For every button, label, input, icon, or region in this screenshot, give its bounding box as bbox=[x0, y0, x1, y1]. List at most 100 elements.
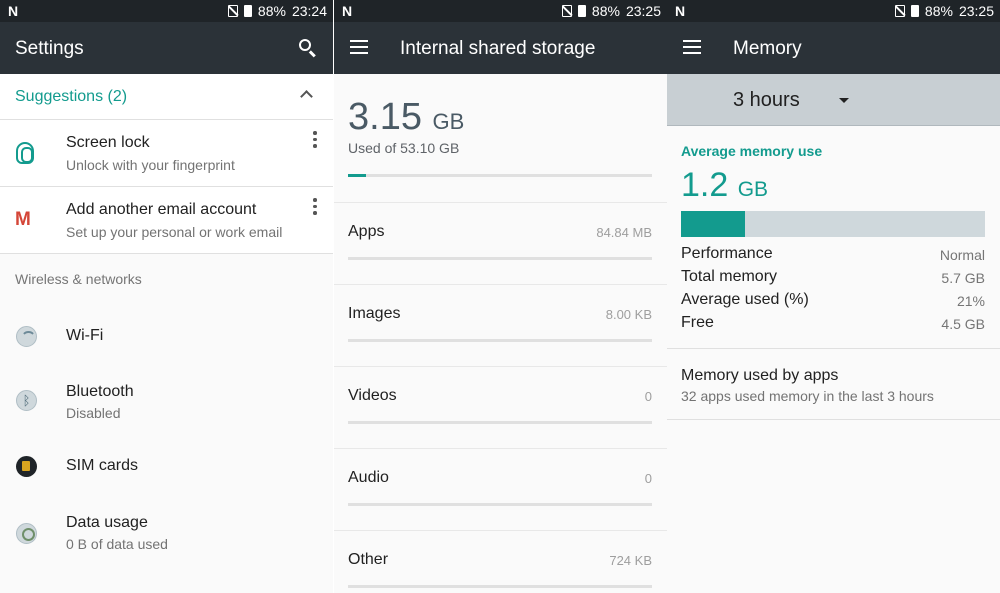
storage-item-audio[interactable]: Audio 0 bbox=[334, 448, 667, 530]
storage-item-bar bbox=[348, 503, 652, 506]
memory-stat-row: Average used (%) 21% bbox=[681, 291, 985, 313]
app-bar: Internal shared storage bbox=[334, 22, 667, 74]
storage-item-bar bbox=[348, 257, 652, 260]
carrier-indicator: N bbox=[342, 3, 353, 19]
period-value: 3 hours bbox=[733, 89, 800, 111]
sim-card-icon bbox=[16, 456, 37, 477]
memory-screen: N 88% 23:25 Memory 3 hours Average memor… bbox=[667, 0, 1000, 593]
stat-value: 5.7 GB bbox=[941, 270, 985, 286]
search-icon[interactable] bbox=[299, 39, 317, 58]
stat-label: Average used (%) bbox=[681, 291, 809, 308]
memory-stat-row: Free 4.5 GB bbox=[681, 314, 985, 336]
menu-icon[interactable] bbox=[350, 40, 368, 54]
stat-label: Performance bbox=[681, 245, 773, 262]
status-bar: N 88% 23:25 bbox=[334, 0, 667, 22]
more-options-icon[interactable] bbox=[313, 131, 317, 151]
menu-icon[interactable] bbox=[683, 40, 701, 54]
settings-item-label: Bluetooth bbox=[66, 383, 134, 400]
apps-memory-title: Memory used by apps bbox=[681, 367, 839, 384]
storage-item-label: Other bbox=[348, 551, 389, 568]
settings-item-label: Wi-Fi bbox=[66, 327, 104, 344]
memory-usage-bar bbox=[681, 211, 985, 237]
storage-item-size: 0 bbox=[644, 471, 652, 486]
battery-level: 88% bbox=[924, 3, 953, 19]
status-bar: N 88% 23:25 bbox=[667, 0, 1000, 22]
settings-item-label: SIM cards bbox=[66, 457, 139, 474]
wifi-icon bbox=[16, 326, 37, 347]
storage-item-label: Videos bbox=[348, 387, 397, 404]
storage-item-size: 8.00 KB bbox=[605, 307, 652, 322]
section-title: Wireless & networks bbox=[15, 271, 142, 287]
page-title: Settings bbox=[15, 38, 84, 59]
dropdown-arrow-icon[interactable] bbox=[839, 98, 849, 103]
suggestions-label: Suggestions (2) bbox=[15, 88, 128, 105]
average-memory-value: 1.2 GB bbox=[681, 166, 769, 204]
more-options-icon[interactable] bbox=[313, 198, 317, 218]
stat-value: Normal bbox=[939, 247, 985, 263]
battery-icon bbox=[577, 5, 586, 17]
stat-label: Total memory bbox=[681, 268, 778, 285]
storage-used-value: 3.15 GB bbox=[348, 96, 465, 138]
suggestion-subtitle: Set up your personal or work email bbox=[66, 224, 283, 240]
settings-item-wifi[interactable]: Wi-Fi bbox=[0, 304, 333, 370]
settings-item-data-usage[interactable]: Data usage 0 B of data used bbox=[0, 500, 333, 566]
suggestion-add-email[interactable]: M Add another email account Set up your … bbox=[0, 187, 333, 254]
battery-level: 88% bbox=[257, 3, 286, 19]
data-usage-icon bbox=[16, 523, 37, 544]
suggestion-screen-lock[interactable]: Screen lock Unlock with your fingerprint bbox=[0, 120, 333, 187]
battery-icon bbox=[243, 5, 252, 17]
settings-item-subtitle: 0 B of data used bbox=[66, 536, 168, 552]
no-sim-icon bbox=[894, 5, 905, 17]
carrier-indicator: N bbox=[8, 3, 19, 19]
status-bar: N 88% 23:24 bbox=[0, 0, 333, 22]
storage-item-label: Images bbox=[348, 305, 401, 322]
suggestions-header[interactable]: Suggestions (2) bbox=[0, 74, 333, 120]
fingerprint-icon bbox=[16, 142, 34, 164]
settings-item-sim[interactable]: SIM cards bbox=[0, 438, 333, 500]
section-header: Wireless & networks bbox=[0, 254, 333, 304]
settings-screen: N 88% 23:24 Settings Suggestions (2) Scr… bbox=[0, 0, 333, 593]
apps-memory-subtitle: 32 apps used memory in the last 3 hours bbox=[681, 388, 934, 404]
page-title: Memory bbox=[733, 38, 802, 59]
storage-screen: N 88% 23:25 Internal shared storage 3.15… bbox=[334, 0, 667, 593]
memory-stat-row: Total memory 5.7 GB bbox=[681, 268, 985, 290]
period-selector[interactable]: 3 hours bbox=[667, 74, 1000, 126]
clock: 23:25 bbox=[958, 3, 994, 19]
stat-value: 4.5 GB bbox=[941, 316, 985, 332]
clock: 23:25 bbox=[625, 3, 661, 19]
suggestion-subtitle: Unlock with your fingerprint bbox=[66, 157, 235, 173]
storage-progress-bar bbox=[348, 174, 652, 177]
storage-item-apps[interactable]: Apps 84.84 MB bbox=[334, 202, 667, 284]
storage-item-size: 84.84 MB bbox=[596, 225, 652, 240]
battery-icon bbox=[910, 5, 919, 17]
storage-item-images[interactable]: Images 8.00 KB bbox=[334, 284, 667, 366]
storage-item-other[interactable]: Other 724 KB bbox=[334, 530, 667, 593]
no-sim-icon bbox=[561, 5, 572, 17]
bluetooth-icon: ᛒ bbox=[16, 390, 37, 411]
page-title: Internal shared storage bbox=[400, 38, 596, 59]
stat-value: 21% bbox=[956, 293, 985, 309]
battery-level: 88% bbox=[591, 3, 620, 19]
storage-item-bar bbox=[348, 585, 652, 588]
storage-used-of: Used of 53.10 GB bbox=[348, 140, 460, 156]
suggestion-title: Screen lock bbox=[66, 134, 150, 151]
stat-label: Free bbox=[681, 314, 714, 331]
no-sim-icon bbox=[227, 5, 238, 17]
storage-item-bar bbox=[348, 421, 652, 424]
average-memory-label: Average memory use bbox=[681, 143, 823, 159]
storage-item-label: Apps bbox=[348, 223, 385, 240]
settings-item-subtitle: Disabled bbox=[66, 405, 121, 421]
divider bbox=[667, 419, 1000, 420]
clock: 23:24 bbox=[291, 3, 327, 19]
suggestion-title: Add another email account bbox=[66, 201, 257, 218]
storage-item-label: Audio bbox=[348, 469, 389, 486]
storage-item-bar bbox=[348, 339, 652, 342]
carrier-indicator: N bbox=[675, 3, 686, 19]
storage-item-size: 724 KB bbox=[609, 553, 652, 568]
storage-item-size: 0 bbox=[644, 389, 652, 404]
storage-item-videos[interactable]: Videos 0 bbox=[334, 366, 667, 448]
settings-item-bluetooth[interactable]: ᛒ Bluetooth Disabled bbox=[0, 370, 333, 438]
chevron-up-icon[interactable] bbox=[300, 90, 313, 103]
memory-stat-row: Performance Normal bbox=[681, 245, 985, 267]
gmail-icon: M bbox=[15, 209, 31, 230]
